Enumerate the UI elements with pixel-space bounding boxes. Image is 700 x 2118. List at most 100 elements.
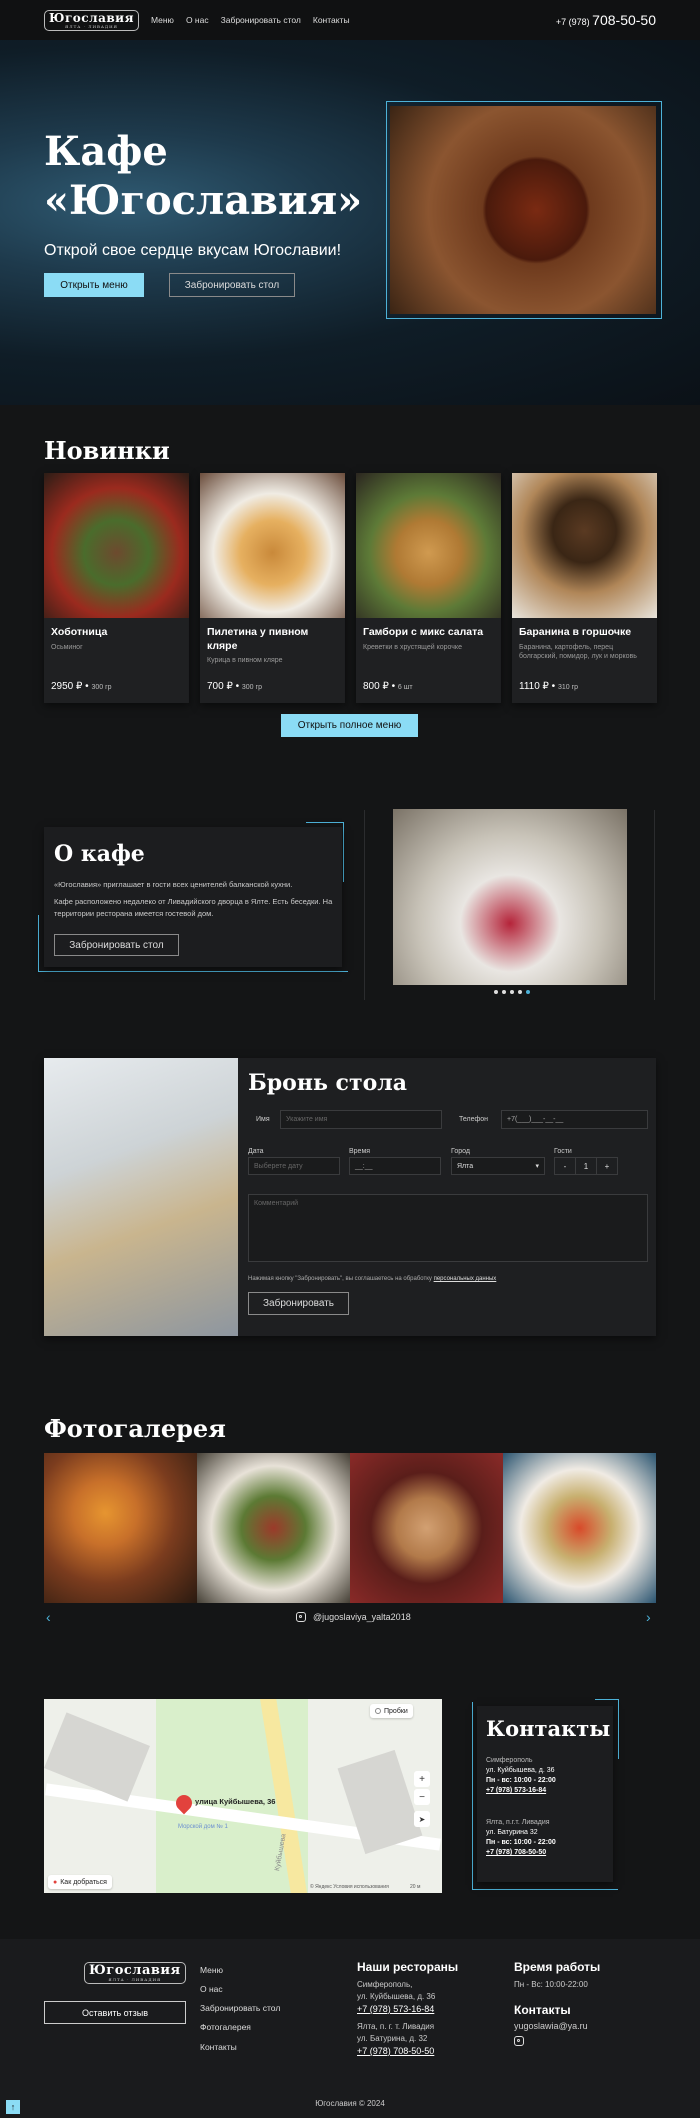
footer-instagram-icon[interactable] [514,2036,524,2047]
dish-name: Хоботница [51,626,108,638]
footer-link-gallery[interactable]: Фотогалерея [200,2018,280,2037]
contacts-hours: Пн - вс: 10:00 - 22:00 [486,1839,556,1847]
footer-rest2-city: Ялта, п. г. т. Ливадия [357,2021,435,2031]
dish-card[interactable]: Хоботница Осьминог 2950 ₽ • 300 гр [44,473,189,703]
dish-description: Осьминог [51,643,83,651]
footer-rest2-phone[interactable]: +7 (978) 708-50-50 [357,2046,497,2056]
footer-logo-subtitle: ЯЛТА · ЛИВАДИЯ [108,1977,162,1982]
footer-link-menu[interactable]: Меню [200,1961,280,1980]
contacts-phone[interactable]: +7 (978) 573-16-84 [486,1786,556,1796]
booking-title: Бронь стола [248,1070,408,1096]
route-label: Как добраться [60,1878,107,1886]
zoom-out-button[interactable]: − [414,1789,430,1805]
scroll-to-top-icon[interactable]: ↑ [6,2100,20,2114]
footer-email[interactable]: yugoslawia@ya.ru [514,2021,664,2031]
header-phone[interactable]: +7 (978) 708-50-50 [556,12,656,28]
about-photo [393,809,627,985]
about-divider-right [654,810,655,1000]
phone-label: Телефон [459,1116,489,1123]
instagram-link[interactable]: @jugoslaviya_yalta2018 [296,1612,411,1622]
leave-review-button[interactable]: Оставить отзыв [44,2001,186,2024]
phone-input[interactable]: +7(___)___-__-__ [501,1110,648,1129]
map-copyright[interactable]: © Яндекс Условия использования [310,1884,389,1890]
footer-link-booking[interactable]: Забронировать стол [200,1999,280,2018]
top-navbar: Югославия ЯЛТА · ЛИВАДИЯ Меню О нас Забро… [0,0,700,40]
footer-rest1-address: ул. Куйбышева, д. 36 [357,1992,436,2002]
hero-book-table-button[interactable]: Забронировать стол [169,273,295,297]
city-label: Город [451,1148,470,1155]
traffic-button[interactable]: Пробки [370,1704,413,1718]
dish-card[interactable]: Баранина в горшочке Баранина, картофель,… [512,473,657,703]
footer-restaurants: Наши рестораны Симферополь, ул. Куйбышев… [357,1960,497,2056]
nav-link-booking[interactable]: Забронировать стол [221,15,301,25]
contacts-address: ул. Батурина 32 [486,1829,538,1837]
dish-card[interactable]: Пилетина у пивном кляре Курица в пивном … [200,473,345,703]
hero-title-line1: Кафе [44,128,168,175]
about-carousel-dots [494,990,530,994]
nav-link-about[interactable]: О нас [186,15,209,25]
date-input[interactable]: Выберете дату [248,1157,340,1175]
name-input[interactable]: Укажите имя [280,1110,442,1129]
nav-link-menu[interactable]: Меню [151,15,174,25]
city-select-value: Ялта [457,1162,474,1170]
dish-name: Гамбори с микс салата [363,626,484,638]
booking-submit-button[interactable]: Забронировать [248,1292,349,1315]
hero-title: Кафе «Югославия» [44,128,362,226]
gallery-next-arrow[interactable]: › [646,1609,651,1625]
consent-text-body: Нажимая кнопку "Забронировать", вы согла… [248,1276,432,1282]
dish-description: Креветки в хрустящей корочке [363,643,462,651]
footer-link-about[interactable]: О нас [200,1980,280,1999]
name-label: Имя [256,1116,270,1123]
carousel-dot-active[interactable] [526,990,530,994]
gallery-photo[interactable] [197,1453,350,1603]
gallery-photo[interactable] [44,1453,197,1603]
zoom-in-button[interactable]: + [414,1771,430,1787]
guests-value[interactable]: 1 [576,1157,596,1175]
gallery-prev-arrow[interactable]: ‹ [46,1609,51,1625]
dish-card[interactable]: Гамбори с микс салата Креветки в хрустящ… [356,473,501,703]
about-paragraph-1: «Югославия» приглашает в гости всех цени… [54,880,293,889]
carousel-dot[interactable] [510,990,514,994]
footer-rest1-phone[interactable]: +7 (978) 573-16-84 [357,2004,497,2014]
about-divider-left [364,810,365,1000]
about-title: О кафе [54,841,145,867]
about-book-table-button[interactable]: Забронировать стол [54,934,179,956]
news-title: Новинки [44,436,170,465]
contacts-phone[interactable]: +7 (978) 708-50-50 [486,1848,556,1858]
personal-data-link[interactable]: персональных данных [434,1276,497,1282]
open-full-menu-button[interactable]: Открыть полное меню [281,714,418,737]
gallery-photo[interactable] [503,1453,656,1603]
dish-price: 700 ₽ • 300 гр [207,681,262,692]
footer-logo[interactable]: Югославия ЯЛТА · ЛИВАДИЯ [84,1962,186,1984]
carousel-dot[interactable] [518,990,522,994]
footer-rest1-city: Симферополь, [357,1980,413,1989]
guests-minus-button[interactable]: - [554,1157,576,1175]
map-widget[interactable]: улица Куйбышева, 36 Морской дом № 1 Куйб… [44,1699,442,1893]
carousel-dot[interactable] [494,990,498,994]
time-input[interactable]: __:__ [349,1157,441,1175]
open-menu-button[interactable]: Открыть меню [44,273,144,297]
guests-plus-button[interactable]: + [596,1157,618,1175]
about-card: О кафе «Югославия» приглашает в гости вс… [44,827,342,967]
carousel-dot[interactable] [502,990,506,994]
locate-icon[interactable]: ➤ [414,1811,430,1827]
booking-photo [44,1058,238,1336]
route-button[interactable]: ● Как добраться [48,1875,112,1889]
footer-link-contacts[interactable]: Контакты [200,2038,280,2057]
hero-image [390,106,656,314]
gallery-photo[interactable] [350,1453,503,1603]
contacts-title: Контакты [486,1716,611,1741]
hero-title-line2: «Югославия» [44,176,363,224]
map-building [337,1749,423,1855]
logo[interactable]: Югославия ЯЛТА · ЛИВАДИЯ [44,9,139,31]
city-select[interactable]: Ялта ▾ [451,1157,545,1175]
footer-menu: Меню О нас Забронировать стол Фотогалере… [200,1961,280,2057]
guests-stepper: - 1 + [554,1157,618,1175]
hero-subtitle: Открой свое сердце вкусам Югославии! [44,242,342,259]
nav-link-contacts[interactable]: Контакты [313,15,350,25]
nav-links: Меню О нас Забронировать стол Контакты [151,15,350,25]
dish-name: Пилетина у пивном кляре [207,626,309,652]
comment-textarea[interactable]: Комментарий [248,1194,648,1262]
contacts-yalta: Ялта, п.г.т. Ливадия ул. Батурина 32 Пн … [486,1818,556,1859]
date-label: Дата [248,1148,264,1155]
